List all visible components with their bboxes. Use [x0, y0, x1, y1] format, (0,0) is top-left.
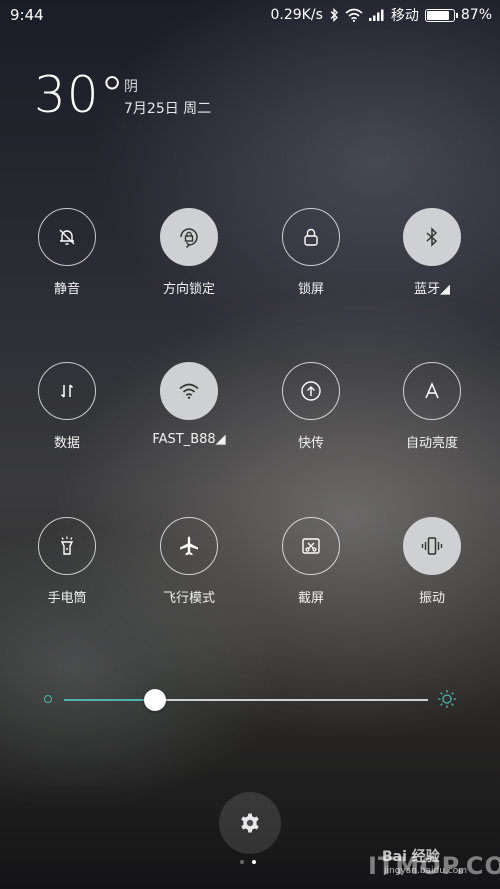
lock-icon [304, 228, 318, 246]
toggle-quick-transfer-label: 快传 [297, 436, 324, 451]
screenshot-icon [302, 538, 320, 554]
battery-percent: 87% [460, 7, 492, 23]
status-time: 9:44 [10, 6, 44, 24]
toggle-rotation-lock-label: 方向锁定 [162, 282, 215, 297]
weather-date: 7月25日 周二 [124, 101, 212, 117]
bluetooth-icon [426, 227, 438, 247]
toggle-flashlight-label: 手电筒 [47, 591, 87, 606]
toggle-screenshot[interactable]: 截屏 [251, 517, 371, 606]
toggle-lock-screen-label: 锁屏 [297, 282, 324, 297]
brightness-fill [64, 699, 155, 701]
toggle-bluetooth-circle[interactable] [403, 208, 461, 266]
carrier-label: 移动 [390, 8, 419, 24]
toggle-wifi-label: FAST_B88◢ [152, 432, 226, 447]
toggle-auto-brightness[interactable]: 自动亮度 [372, 362, 492, 451]
toggle-quick-transfer-circle[interactable] [282, 362, 340, 420]
temperature: 30° [34, 66, 126, 124]
brightness-low-icon [44, 695, 52, 703]
weather-widget[interactable]: 30° [34, 66, 126, 124]
toggle-wifi[interactable]: FAST_B88◢ [129, 362, 249, 447]
jingyan-watermark: jingyan.baidu.com [384, 866, 468, 876]
upload-icon [301, 381, 321, 401]
toggle-mobile-data-circle[interactable] [38, 362, 96, 420]
battery-icon [424, 8, 458, 22]
status-right-group: 0.29K/s 移动 87% [271, 6, 493, 24]
toggle-flashlight[interactable]: 手电筒 [7, 517, 127, 606]
rotation-lock-icon [180, 228, 198, 249]
toggle-wifi-circle[interactable] [160, 362, 218, 420]
toggle-screenshot-circle[interactable] [282, 517, 340, 575]
toggle-bluetooth[interactable]: 蓝牙◢ [372, 208, 492, 297]
status-bar: 9:44 0.29K/s 移动 87% [0, 0, 500, 28]
toggle-rotation-lock-circle[interactable] [160, 208, 218, 266]
airplane-icon [180, 536, 198, 556]
weather-condition: 阴 [124, 79, 138, 95]
flashlight-icon [60, 536, 74, 555]
toggle-vibrate-label: 振动 [418, 591, 445, 606]
toggle-airplane-mode-label: 飞行模式 [162, 591, 215, 606]
bell-off-icon [59, 229, 75, 245]
auto-brightness-icon [425, 382, 439, 399]
toggle-silent[interactable]: 静音 [7, 208, 127, 297]
gear-icon [241, 813, 259, 833]
toggle-vibrate[interactable]: 振动 [372, 517, 492, 606]
bluetooth-icon [330, 8, 338, 22]
toggle-flashlight-circle[interactable] [38, 517, 96, 575]
toggle-rotation-lock[interactable]: 方向锁定 [129, 208, 249, 297]
toggle-screenshot-label: 截屏 [297, 591, 324, 606]
brightness-track[interactable] [64, 689, 428, 711]
toggle-airplane-mode[interactable]: 飞行模式 [129, 517, 249, 606]
toggle-silent-label: 静音 [53, 282, 80, 297]
brightness-handle[interactable] [144, 689, 166, 711]
mobile-data-icon [60, 384, 74, 398]
toggle-bluetooth-label: 蓝牙◢ [414, 282, 450, 297]
toggle-lock-screen-circle[interactable] [282, 208, 340, 266]
baidu-watermark: Bai 经验 [382, 849, 440, 865]
toggle-airplane-mode-circle[interactable] [160, 517, 218, 575]
toggle-silent-circle[interactable] [38, 208, 96, 266]
settings-button[interactable] [219, 792, 281, 854]
signal-icon [368, 9, 384, 21]
page-dot-2[interactable] [252, 860, 256, 864]
toggle-quick-transfer[interactable]: 快传 [251, 362, 371, 451]
battery-level [426, 10, 450, 20]
vibrate-icon [421, 537, 443, 555]
brightness-high-icon [438, 690, 456, 708]
wifi-icon [179, 383, 199, 399]
toggle-mobile-data[interactable]: 数据 [7, 362, 127, 451]
page-indicator [240, 860, 256, 864]
toggle-mobile-data-label: 数据 [53, 436, 80, 451]
toggle-auto-brightness-label: 自动亮度 [405, 436, 458, 451]
network-speed: 0.29K/s [270, 7, 323, 23]
toggle-auto-brightness-circle[interactable] [403, 362, 461, 420]
toggle-lock-screen[interactable]: 锁屏 [251, 208, 371, 297]
brightness-slider[interactable] [40, 688, 460, 712]
toggle-vibrate-circle[interactable] [403, 517, 461, 575]
wifi-icon [345, 8, 363, 22]
page-dot-1[interactable] [240, 860, 244, 864]
